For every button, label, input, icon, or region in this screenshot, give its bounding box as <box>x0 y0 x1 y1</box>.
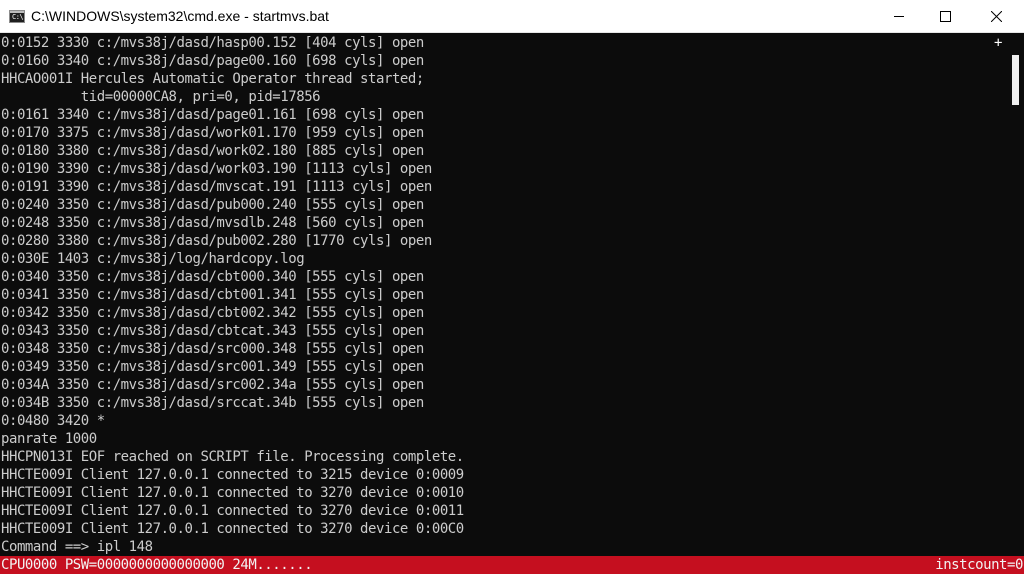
console-line: 0:0340 3350 c:/mvs38j/dasd/cbt000.340 [5… <box>1 269 424 285</box>
console-line: HHCTE009I Client 127.0.0.1 connected to … <box>1 503 464 519</box>
scrollbar-thumb[interactable] <box>1012 55 1019 105</box>
console-line: 0:0342 3350 c:/mvs38j/dasd/cbt002.342 [5… <box>1 305 424 321</box>
window-title: C:\WINDOWS\system32\cmd.exe - startmvs.b… <box>31 8 329 24</box>
console-line: 0:0349 3350 c:/mvs38j/dasd/src001.349 [5… <box>1 359 424 375</box>
console-lines: 0:0152 3330 c:/mvs38j/dasd/hasp00.152 [4… <box>1 34 464 556</box>
minimize-button[interactable] <box>876 0 922 32</box>
cpu-psw-status: CPU0000 PSW=0000000000000000 24M....... <box>1 557 313 573</box>
console-line: 0:0248 3350 c:/mvs38j/dasd/mvsdlb.248 [5… <box>1 215 424 231</box>
console-line: 0:034A 3350 c:/mvs38j/dasd/src002.34a [5… <box>1 377 424 393</box>
console-line: 0:0240 3350 c:/mvs38j/dasd/pub000.240 [5… <box>1 197 424 213</box>
console-line: HHCTE009I Client 127.0.0.1 connected to … <box>1 521 464 537</box>
cmd-app-icon-label: C:\ <box>12 13 24 21</box>
console-line: 0:0348 3350 c:/mvs38j/dasd/src000.348 [5… <box>1 341 424 357</box>
console-line: 0:0191 3390 c:/mvs38j/dasd/mvscat.191 [1… <box>1 179 432 195</box>
console-line: 0:0170 3375 c:/mvs38j/dasd/work01.170 [9… <box>1 125 424 141</box>
console-line: 0:034B 3350 c:/mvs38j/dasd/srccat.34b [5… <box>1 395 424 411</box>
vertical-scrollbar[interactable] <box>1007 33 1024 556</box>
console-line: HHCTE009I Client 127.0.0.1 connected to … <box>1 467 464 483</box>
console-line: 0:030E 1403 c:/mvs38j/log/hardcopy.log <box>1 251 305 267</box>
scroll-up-marker[interactable]: + <box>994 36 1002 50</box>
console-line: 0:0480 3420 * <box>1 413 105 429</box>
status-bar: CPU0000 PSW=0000000000000000 24M....... … <box>0 556 1024 574</box>
console-line: 0:0341 3350 c:/mvs38j/dasd/cbt001.341 [5… <box>1 287 424 303</box>
console-line: tid=00000CA8, pri=0, pid=17856 <box>1 89 321 105</box>
console-line: 0:0161 3340 c:/mvs38j/dasd/page01.161 [6… <box>1 107 424 123</box>
console-line: 0:0190 3390 c:/mvs38j/dasd/work03.190 [1… <box>1 161 432 177</box>
console-line: 0:0160 3340 c:/mvs38j/dasd/page00.160 [6… <box>1 53 424 69</box>
console-line: HHCPN013I EOF reached on SCRIPT file. Pr… <box>1 449 464 465</box>
maximize-button[interactable] <box>922 0 968 32</box>
cmd-app-icon[interactable]: C:\ <box>9 10 25 23</box>
console-line: 0:0180 3380 c:/mvs38j/dasd/work02.180 [8… <box>1 143 424 159</box>
minimize-icon <box>894 16 904 17</box>
maximize-icon <box>940 11 951 22</box>
title-bar[interactable]: C:\ C:\WINDOWS\system32\cmd.exe - startm… <box>0 0 1024 33</box>
close-icon <box>991 11 1002 22</box>
cmd-window: C:\ C:\WINDOWS\system32\cmd.exe - startm… <box>0 0 1024 574</box>
console-line: HHCAO001I Hercules Automatic Operator th… <box>1 71 424 87</box>
console-line: 0:0152 3330 c:/mvs38j/dasd/hasp00.152 [4… <box>1 35 424 51</box>
command-input-line[interactable]: Command ==> ipl 148 <box>1 538 464 556</box>
close-button[interactable] <box>973 0 1019 32</box>
console-output[interactable]: 0:0152 3330 c:/mvs38j/dasd/hasp00.152 [4… <box>0 33 1024 556</box>
instcount-status: instcount=0 <box>935 557 1023 573</box>
console-line: 0:0280 3380 c:/mvs38j/dasd/pub002.280 [1… <box>1 233 432 249</box>
console-line: 0:0343 3350 c:/mvs38j/dasd/cbtcat.343 [5… <box>1 323 424 339</box>
console-line: panrate 1000 <box>1 431 97 447</box>
console-line: HHCTE009I Client 127.0.0.1 connected to … <box>1 485 464 501</box>
